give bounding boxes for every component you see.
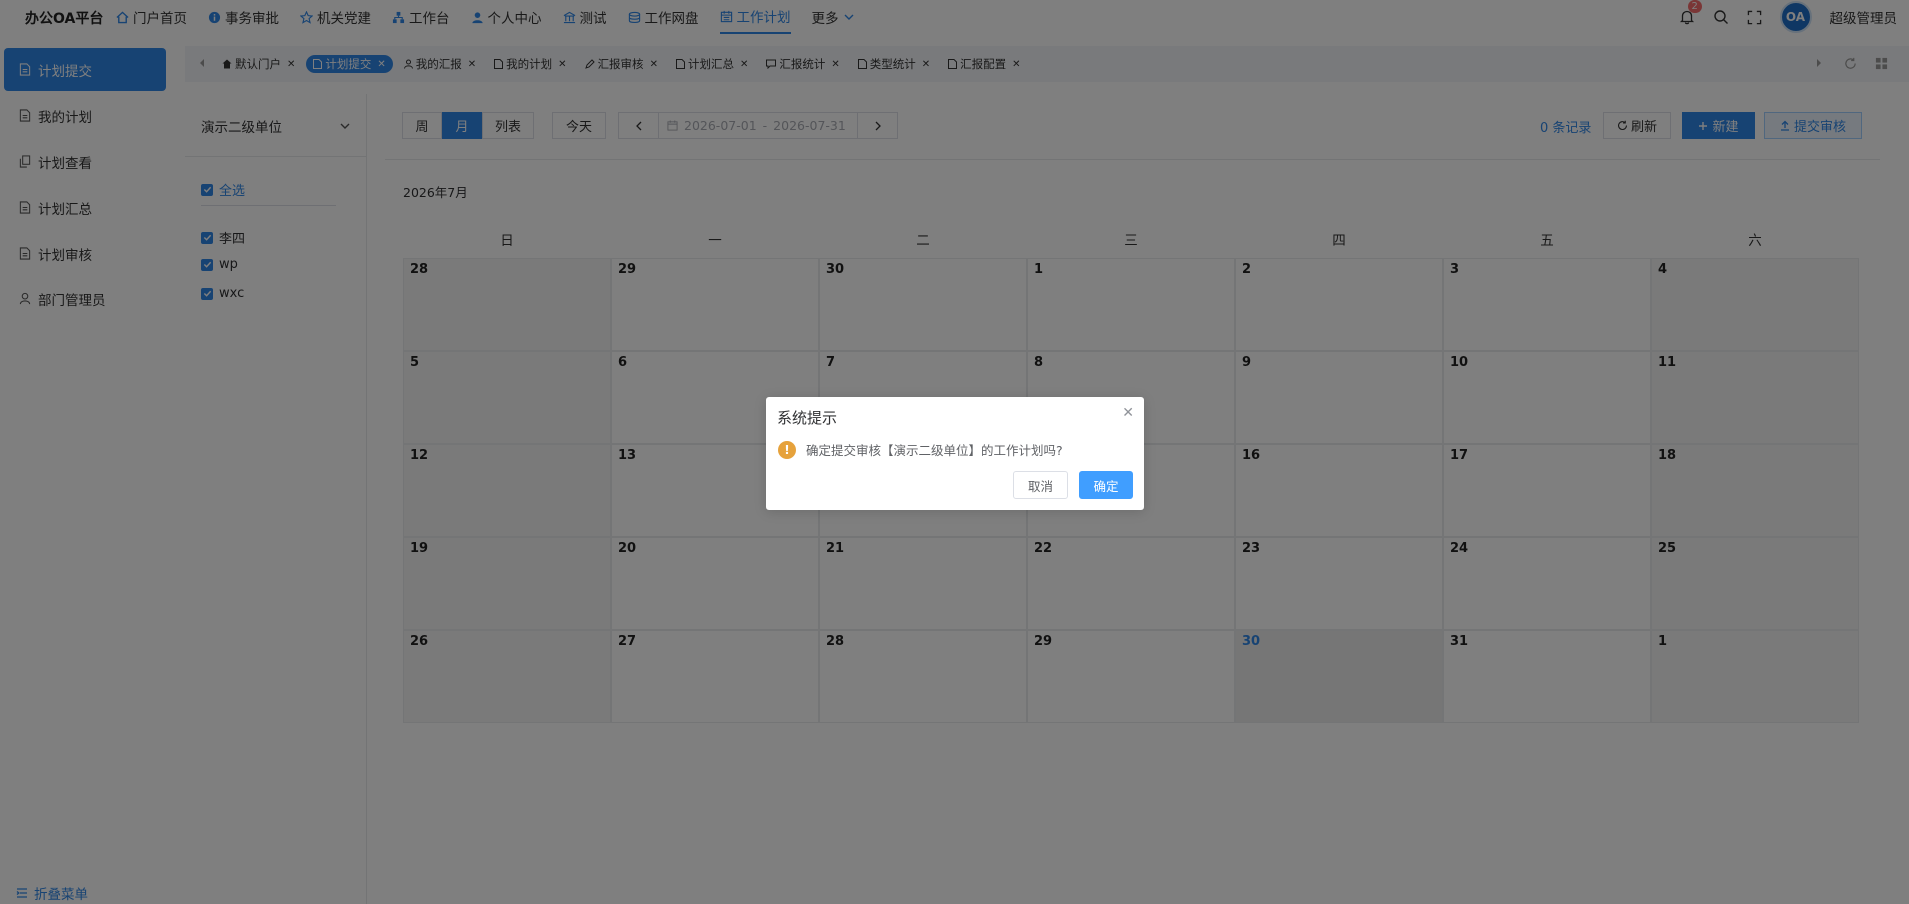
cancel-button[interactable]: 取消 bbox=[1013, 471, 1068, 499]
confirm-button[interactable]: 确定 bbox=[1079, 471, 1133, 499]
warning-icon: ! bbox=[778, 440, 796, 459]
dialog-message: ! 确定提交审核【演示二级单位】的工作计划吗? bbox=[778, 440, 1063, 459]
dialog-title: 系统提示 bbox=[777, 409, 838, 427]
confirm-dialog: 系统提示 ✕ ! 确定提交审核【演示二级单位】的工作计划吗? 取消 确定 bbox=[766, 397, 1144, 510]
close-icon[interactable]: ✕ bbox=[1122, 405, 1134, 421]
